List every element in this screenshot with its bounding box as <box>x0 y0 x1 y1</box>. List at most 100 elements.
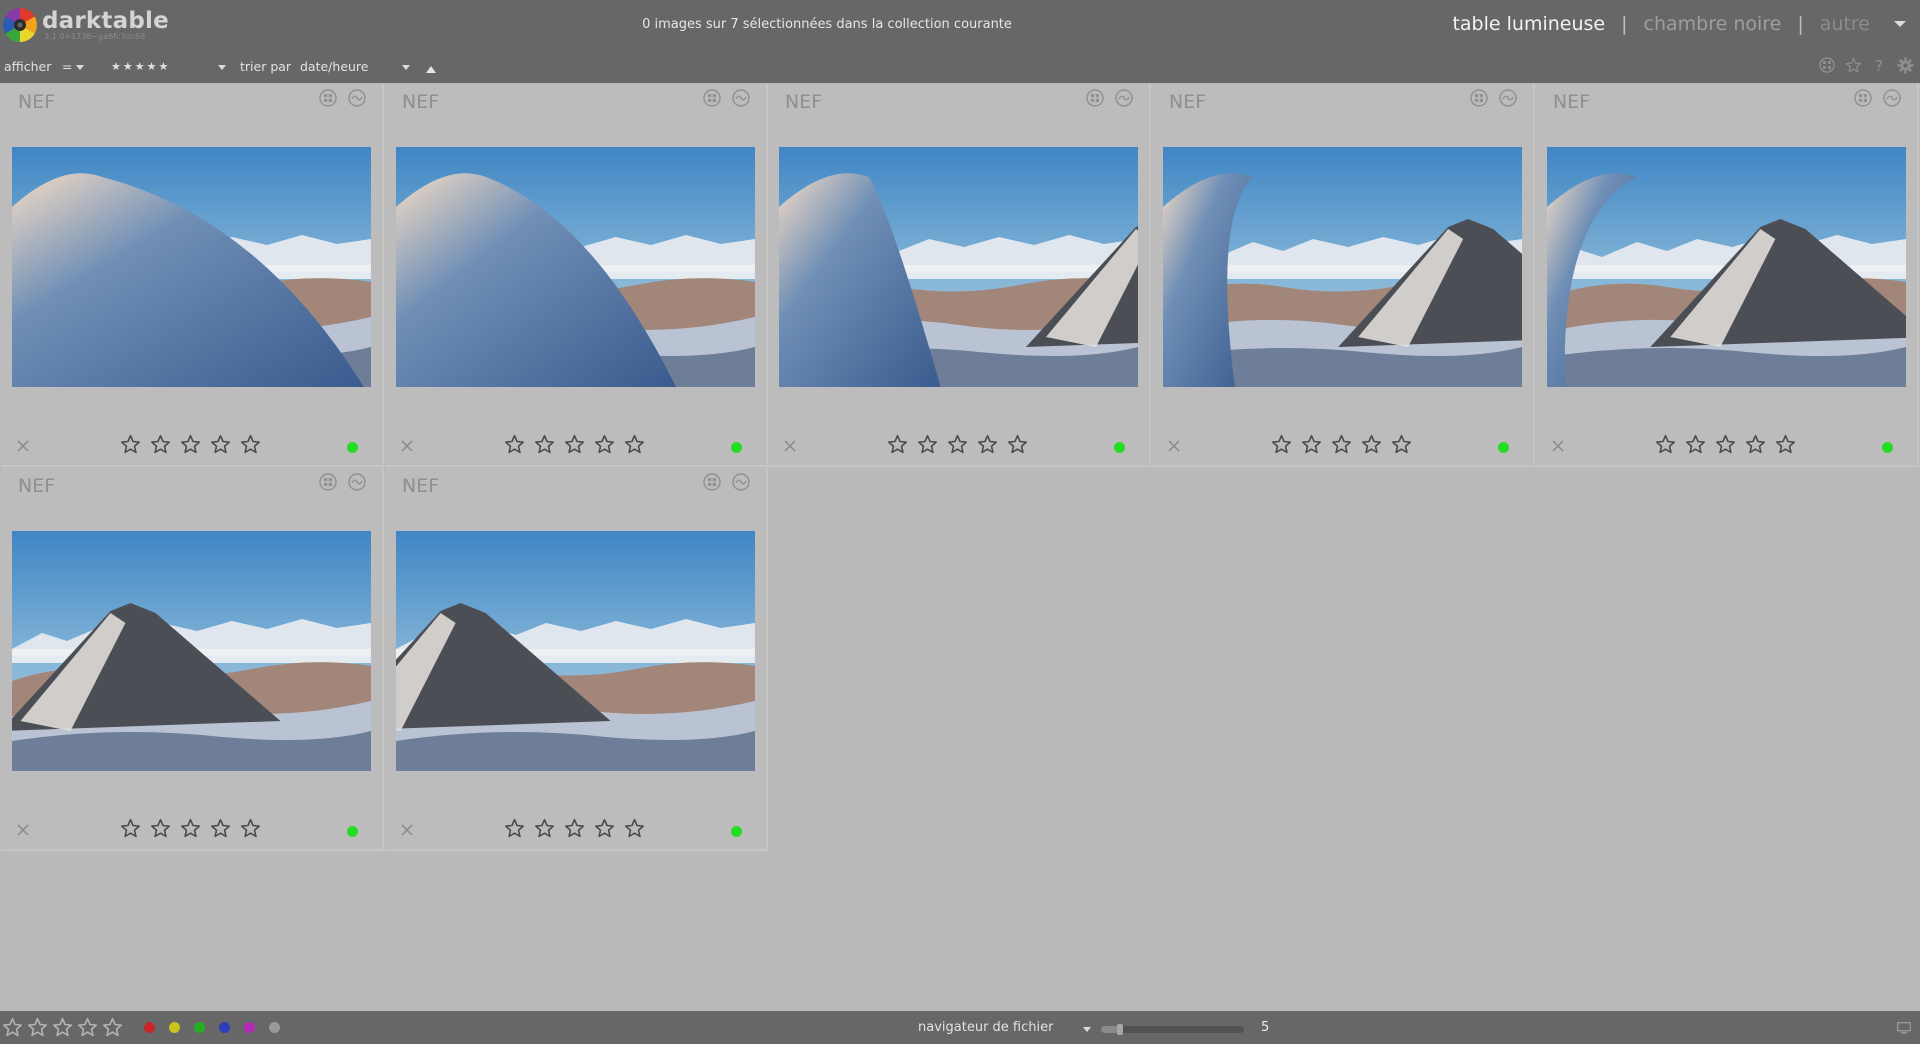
color-label-dot[interactable] <box>347 442 358 453</box>
zoom-slider-handle[interactable] <box>1117 1024 1123 1035</box>
thumbnail-cell[interactable]: NEF <box>768 84 1151 467</box>
thumbnail-cell[interactable]: NEF <box>385 468 768 851</box>
star-icon[interactable] <box>180 434 201 455</box>
star-icon[interactable] <box>1391 434 1412 455</box>
grouping-icon[interactable] <box>319 473 337 491</box>
reject-icon[interactable] <box>400 439 414 453</box>
color-label-dot[interactable] <box>731 442 742 453</box>
star-icon[interactable] <box>210 434 231 455</box>
preferences-icon[interactable] <box>1896 56 1914 74</box>
thumbnail-image[interactable] <box>779 147 1138 387</box>
sort-dropdown-toggle[interactable] <box>398 59 410 74</box>
altered-icon[interactable] <box>732 473 750 491</box>
star-icon[interactable] <box>534 818 555 839</box>
altered-icon[interactable] <box>1883 89 1901 107</box>
display-profile-icon[interactable] <box>1897 1022 1911 1034</box>
module-selector[interactable]: navigateur de fichier <box>918 1020 1053 1035</box>
reject-icon[interactable] <box>400 823 414 837</box>
star-icon[interactable] <box>1745 434 1766 455</box>
zoom-level[interactable]: 5 <box>1261 1020 1269 1035</box>
color-filter-dot[interactable] <box>219 1022 230 1033</box>
altered-icon[interactable] <box>732 89 750 107</box>
reject-icon[interactable] <box>1551 439 1565 453</box>
star-icon[interactable] <box>52 1017 73 1038</box>
star-icon[interactable] <box>504 434 525 455</box>
star-icon[interactable] <box>1715 434 1736 455</box>
comparator-dropdown[interactable]: = <box>62 59 85 74</box>
color-label-dot[interactable] <box>731 826 742 837</box>
thumbnail-cell[interactable]: NEF <box>1536 84 1919 467</box>
reject-icon[interactable] <box>16 823 30 837</box>
thumbnail-cell[interactable]: NEF <box>1152 84 1535 467</box>
thumbnail-image[interactable] <box>12 531 371 771</box>
chevron-down-icon[interactable] <box>1083 1027 1091 1032</box>
star-icon[interactable] <box>564 434 585 455</box>
color-filter-dot[interactable] <box>144 1022 155 1033</box>
star-icon[interactable] <box>27 1017 48 1038</box>
grouping-icon[interactable] <box>703 473 721 491</box>
star-icon[interactable] <box>1007 434 1028 455</box>
grouping-icon[interactable] <box>319 89 337 107</box>
grouping-icon[interactable] <box>1086 89 1104 107</box>
star-icon[interactable] <box>150 818 171 839</box>
sort-dropdown[interactable]: date/heure <box>300 59 369 74</box>
altered-icon[interactable] <box>348 89 366 107</box>
star-icon[interactable] <box>917 434 938 455</box>
star-icon[interactable] <box>1775 434 1796 455</box>
star-icon[interactable] <box>564 818 585 839</box>
altered-icon[interactable] <box>1115 89 1133 107</box>
star-icon[interactable] <box>624 818 645 839</box>
star-icon[interactable] <box>594 818 615 839</box>
star-icon[interactable] <box>240 818 261 839</box>
view-lighttable[interactable]: table lumineuse <box>1452 13 1605 35</box>
star-icon[interactable] <box>887 434 908 455</box>
star-icon[interactable] <box>1361 434 1382 455</box>
color-filter-dot[interactable] <box>194 1022 205 1033</box>
lighttable-grid[interactable]: NEF NEF NEF NEF NEF NEF NEF <box>0 83 1920 1011</box>
star-icon[interactable] <box>977 434 998 455</box>
thumbnail-cell[interactable]: NEF <box>385 84 768 467</box>
help-icon[interactable]: ? <box>1870 56 1888 74</box>
star-overlay-icon[interactable] <box>1844 56 1862 74</box>
color-filter-dot[interactable] <box>269 1022 280 1033</box>
thumbnail-cell[interactable]: NEF <box>1 468 384 851</box>
rating-filter-value[interactable]: ★★★★★ <box>111 60 170 73</box>
star-icon[interactable] <box>210 818 231 839</box>
thumbnail-image[interactable] <box>1547 147 1906 387</box>
star-icon[interactable] <box>102 1017 123 1038</box>
reject-icon[interactable] <box>16 439 30 453</box>
reject-icon[interactable] <box>1167 439 1181 453</box>
star-icon[interactable] <box>534 434 555 455</box>
star-icon[interactable] <box>77 1017 98 1038</box>
sort-order-toggle[interactable] <box>426 61 436 76</box>
star-icon[interactable] <box>1655 434 1676 455</box>
thumbnail-image[interactable] <box>1163 147 1522 387</box>
star-icon[interactable] <box>240 434 261 455</box>
color-filter-dot[interactable] <box>244 1022 255 1033</box>
grouping-icon[interactable] <box>1854 89 1872 107</box>
star-icon[interactable] <box>150 434 171 455</box>
color-label-dot[interactable] <box>1882 442 1893 453</box>
star-icon[interactable] <box>624 434 645 455</box>
color-label-dot[interactable] <box>1114 442 1125 453</box>
altered-icon[interactable] <box>348 473 366 491</box>
grouping-icon[interactable] <box>1818 56 1836 74</box>
star-icon[interactable] <box>1685 434 1706 455</box>
color-filter-dot[interactable] <box>169 1022 180 1033</box>
star-icon[interactable] <box>594 434 615 455</box>
color-label-dot[interactable] <box>1498 442 1509 453</box>
grouping-icon[interactable] <box>1470 89 1488 107</box>
thumbnail-image[interactable] <box>396 531 755 771</box>
thumbnail-cell[interactable]: NEF <box>1 84 384 467</box>
color-label-dot[interactable] <box>347 826 358 837</box>
altered-icon[interactable] <box>1499 89 1517 107</box>
star-icon[interactable] <box>1331 434 1352 455</box>
star-icon[interactable] <box>120 434 141 455</box>
rating-filter-dropdown[interactable] <box>214 59 226 74</box>
thumbnail-image[interactable] <box>12 147 371 387</box>
reject-icon[interactable] <box>783 439 797 453</box>
star-icon[interactable] <box>1271 434 1292 455</box>
thumbnail-image[interactable] <box>396 147 755 387</box>
zoom-slider[interactable] <box>1101 1024 1244 1035</box>
star-icon[interactable] <box>947 434 968 455</box>
